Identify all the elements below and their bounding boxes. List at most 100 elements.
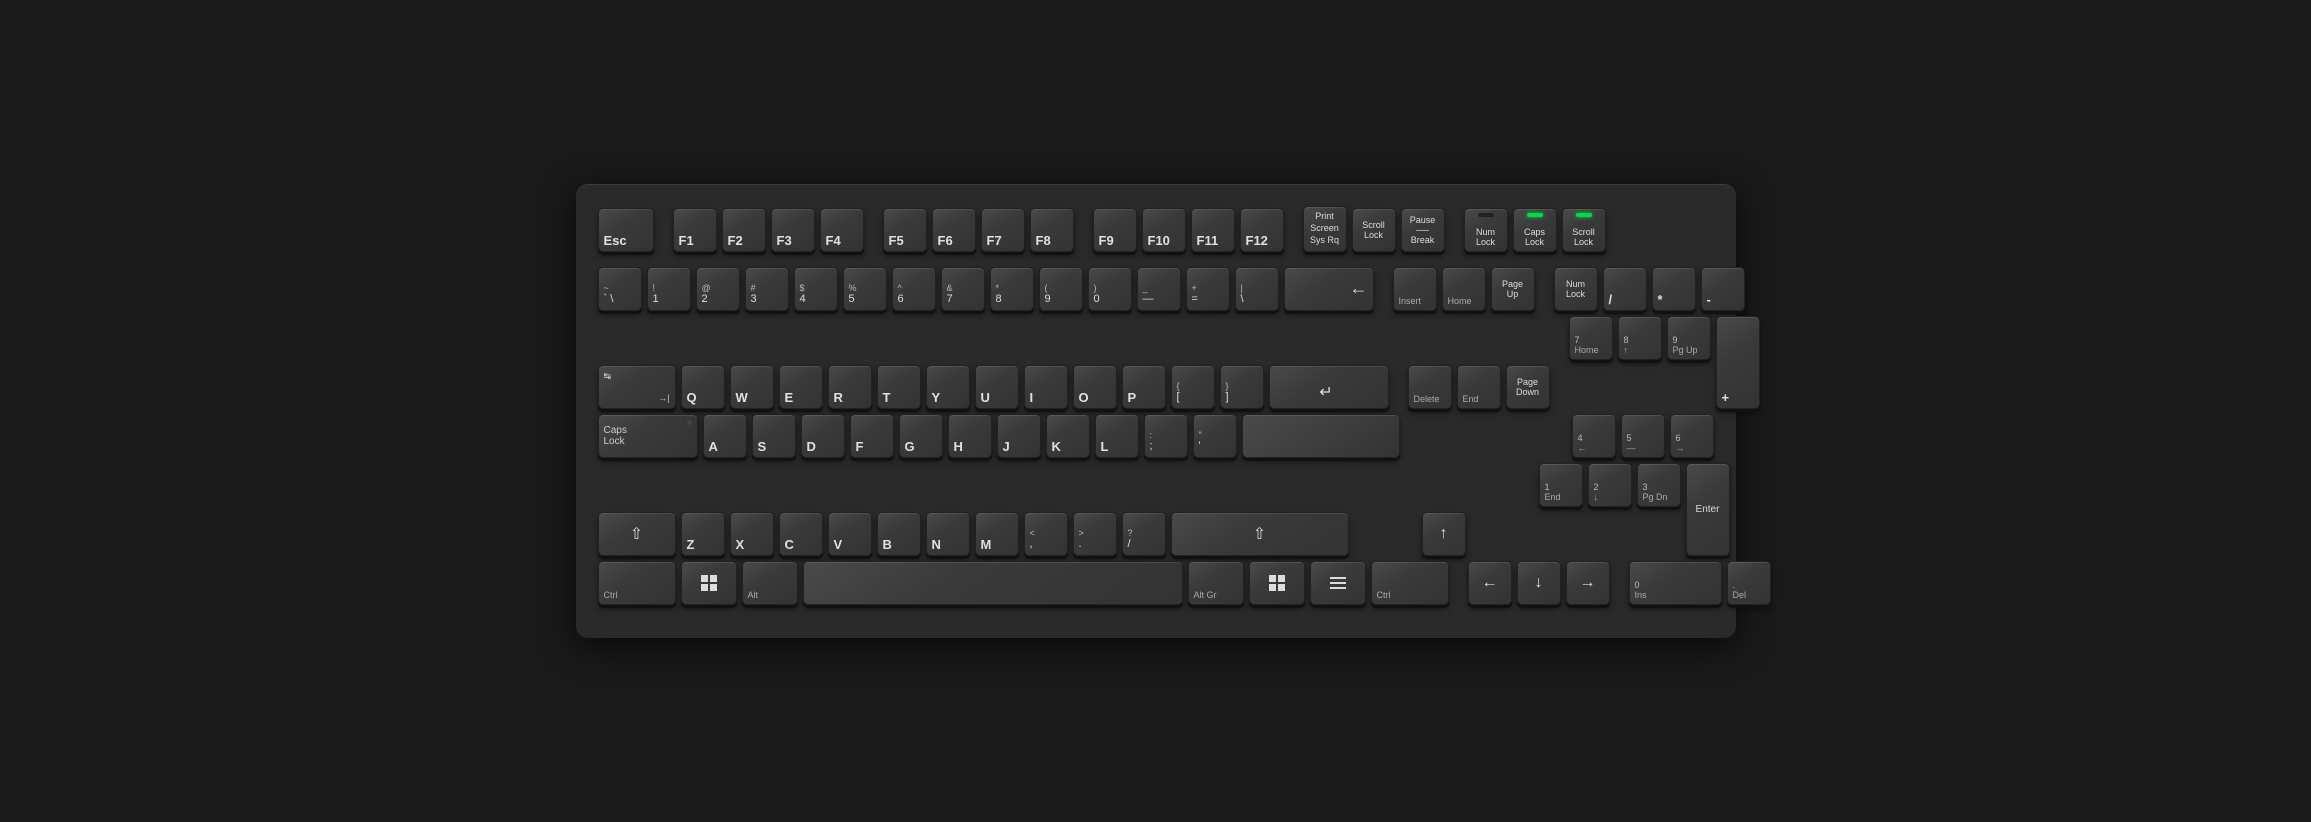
- key-apostrophe[interactable]: " ': [1193, 414, 1237, 458]
- key-f8[interactable]: F8: [1030, 208, 1074, 252]
- key-g[interactable]: G: [899, 414, 943, 458]
- key-4[interactable]: $ 4: [794, 267, 838, 311]
- key-numpad-8[interactable]: 8 ↑: [1618, 316, 1662, 360]
- key-numpad-0[interactable]: 0 Ins: [1629, 561, 1722, 605]
- key-menu[interactable]: [1310, 561, 1366, 605]
- key-numpad-slash[interactable]: /: [1603, 267, 1647, 311]
- key-f4[interactable]: F4: [820, 208, 864, 252]
- key-a[interactable]: A: [703, 414, 747, 458]
- key-r[interactable]: R: [828, 365, 872, 409]
- key-shift-left[interactable]: ⇧: [598, 512, 676, 556]
- key-numpad-enter[interactable]: Enter: [1686, 463, 1730, 556]
- key-end[interactable]: End: [1457, 365, 1501, 409]
- key-e[interactable]: E: [779, 365, 823, 409]
- key-ctrl-right[interactable]: Ctrl: [1371, 561, 1449, 605]
- key-q[interactable]: Q: [681, 365, 725, 409]
- key-j[interactable]: J: [997, 414, 1041, 458]
- key-s[interactable]: S: [752, 414, 796, 458]
- key-numpad-del[interactable]: . Del: [1727, 561, 1771, 605]
- key-space[interactable]: [803, 561, 1183, 605]
- key-backslash[interactable]: | \: [1235, 267, 1279, 311]
- key-comma[interactable]: < ,: [1024, 512, 1068, 556]
- key-enter[interactable]: ↵: [1269, 365, 1389, 409]
- key-2[interactable]: @ 2: [696, 267, 740, 311]
- key-c[interactable]: C: [779, 512, 823, 556]
- key-minus[interactable]: _ —: [1137, 267, 1181, 311]
- key-o[interactable]: O: [1073, 365, 1117, 409]
- key-0[interactable]: ) 0: [1088, 267, 1132, 311]
- key-f[interactable]: F: [850, 414, 894, 458]
- key-numpad-7[interactable]: 7 Home: [1569, 316, 1613, 360]
- key-arrow-up[interactable]: ↑: [1422, 512, 1466, 556]
- key-9[interactable]: ( 9: [1039, 267, 1083, 311]
- key-numpad-minus[interactable]: -: [1701, 267, 1745, 311]
- key-f6[interactable]: F6: [932, 208, 976, 252]
- key-b[interactable]: B: [877, 512, 921, 556]
- key-f2[interactable]: F2: [722, 208, 766, 252]
- key-k[interactable]: K: [1046, 414, 1090, 458]
- key-shift-right[interactable]: ⇧: [1171, 512, 1349, 556]
- key-n[interactable]: N: [926, 512, 970, 556]
- key-period[interactable]: > .: [1073, 512, 1117, 556]
- key-f11[interactable]: F11: [1191, 208, 1235, 252]
- key-f9[interactable]: F9: [1093, 208, 1137, 252]
- key-win-right[interactable]: [1249, 561, 1305, 605]
- key-right-bracket[interactable]: } ]: [1220, 365, 1264, 409]
- key-tab[interactable]: ↹ →|: [598, 365, 676, 409]
- key-f10[interactable]: F10: [1142, 208, 1186, 252]
- key-u[interactable]: U: [975, 365, 1019, 409]
- key-alt-left[interactable]: Alt: [742, 561, 798, 605]
- key-equals[interactable]: + =: [1186, 267, 1230, 311]
- key-ctrl-left[interactable]: Ctrl: [598, 561, 676, 605]
- key-numpad-plus[interactable]: +: [1716, 316, 1760, 409]
- key-m[interactable]: M: [975, 512, 1019, 556]
- key-w[interactable]: W: [730, 365, 774, 409]
- key-pause[interactable]: Pause──Break: [1401, 208, 1445, 252]
- key-home[interactable]: Home: [1442, 267, 1486, 311]
- key-enter-bottom[interactable]: [1242, 414, 1400, 458]
- key-left-bracket[interactable]: { [: [1171, 365, 1215, 409]
- key-numpad-9[interactable]: 9 Pg Up: [1667, 316, 1711, 360]
- key-numpad-2[interactable]: 2 ↓: [1588, 463, 1632, 507]
- key-caps-lock-indicator[interactable]: CapsLock: [1513, 208, 1557, 252]
- key-backtick[interactable]: ~ ` \: [598, 267, 642, 311]
- key-f12[interactable]: F12: [1240, 208, 1284, 252]
- key-f7[interactable]: F7: [981, 208, 1025, 252]
- key-z[interactable]: Z: [681, 512, 725, 556]
- key-arrow-left[interactable]: ←: [1468, 561, 1512, 605]
- key-page-down[interactable]: PageDown: [1506, 365, 1550, 409]
- key-f5[interactable]: F5: [883, 208, 927, 252]
- key-delete[interactable]: Delete: [1408, 365, 1452, 409]
- key-print-screen[interactable]: PrintScreenSys Rq: [1303, 206, 1347, 251]
- key-v[interactable]: V: [828, 512, 872, 556]
- key-numpad-asterisk[interactable]: *: [1652, 267, 1696, 311]
- key-5[interactable]: % 5: [843, 267, 887, 311]
- key-8[interactable]: * 8: [990, 267, 1034, 311]
- key-f3[interactable]: F3: [771, 208, 815, 252]
- key-altgr[interactable]: Alt Gr: [1188, 561, 1244, 605]
- key-x[interactable]: X: [730, 512, 774, 556]
- key-y[interactable]: Y: [926, 365, 970, 409]
- key-arrow-down[interactable]: ↓: [1517, 561, 1561, 605]
- key-semicolon[interactable]: : ;: [1144, 414, 1188, 458]
- key-p[interactable]: P: [1122, 365, 1166, 409]
- key-i[interactable]: I: [1024, 365, 1068, 409]
- key-slash[interactable]: ? /: [1122, 512, 1166, 556]
- key-numpad-6[interactable]: 6 →: [1670, 414, 1714, 458]
- key-backspace[interactable]: ←: [1284, 267, 1374, 311]
- key-esc[interactable]: Esc: [598, 208, 654, 252]
- key-1[interactable]: ! 1: [647, 267, 691, 311]
- key-numpad-numlock[interactable]: NumLock: [1554, 267, 1598, 311]
- key-caps-lock[interactable]: CapsLock: [598, 414, 698, 458]
- key-num-lock-indicator[interactable]: NumLock: [1464, 208, 1508, 252]
- key-page-up[interactable]: PageUp: [1491, 267, 1535, 311]
- key-insert[interactable]: Insert: [1393, 267, 1437, 311]
- key-numpad-4[interactable]: 4 ←: [1572, 414, 1616, 458]
- key-6[interactable]: ^ 6: [892, 267, 936, 311]
- key-l[interactable]: L: [1095, 414, 1139, 458]
- key-scroll-lock[interactable]: ScrollLock: [1352, 208, 1396, 252]
- key-3[interactable]: # 3: [745, 267, 789, 311]
- key-7[interactable]: & 7: [941, 267, 985, 311]
- key-numpad-1[interactable]: 1 End: [1539, 463, 1583, 507]
- key-numpad-5[interactable]: 5 —: [1621, 414, 1665, 458]
